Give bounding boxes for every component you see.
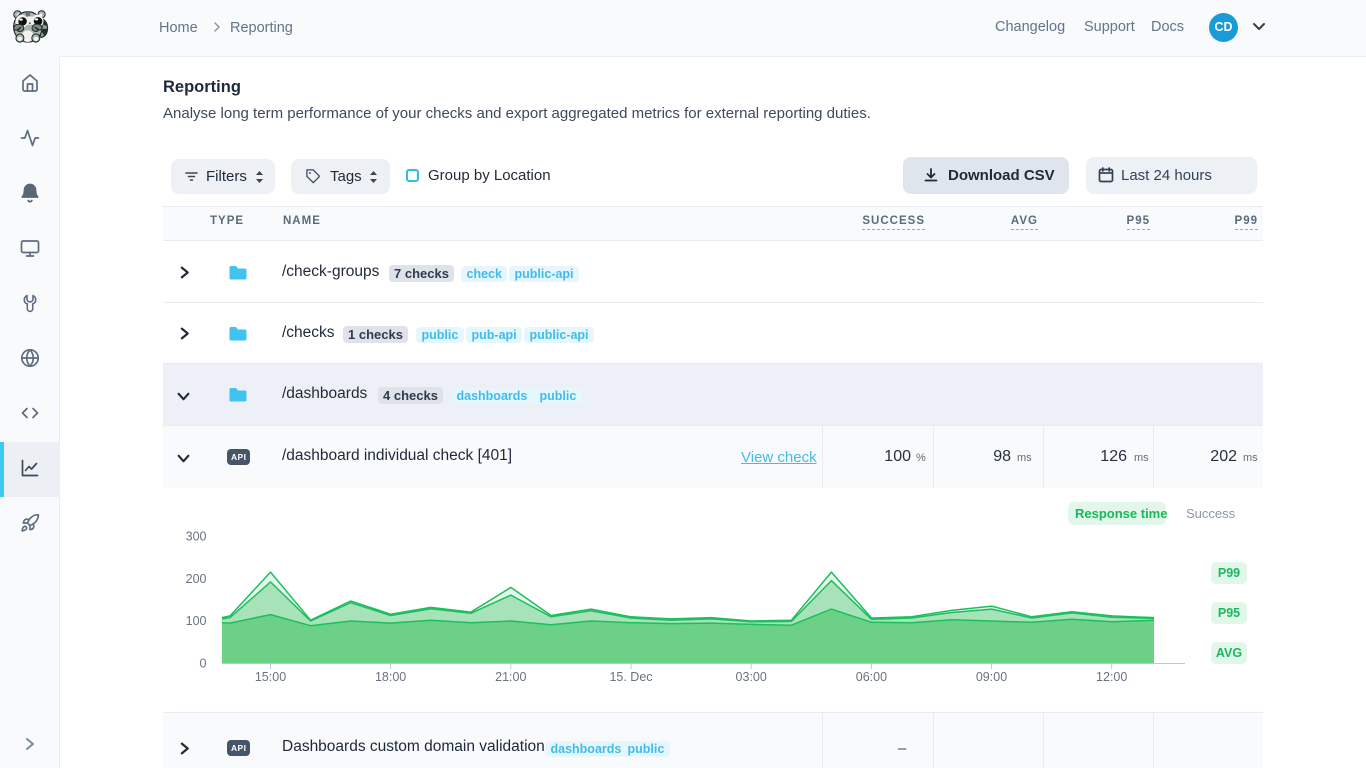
svg-text:06:00: 06:00 <box>856 670 887 684</box>
svg-text:12:00: 12:00 <box>1096 670 1127 684</box>
svg-text:21:00: 21:00 <box>495 670 526 684</box>
svg-text:18:00: 18:00 <box>375 670 406 684</box>
svg-text:0: 0 <box>200 657 207 671</box>
svg-text:300: 300 <box>186 530 207 544</box>
svg-text:09:00: 09:00 <box>976 670 1007 684</box>
svg-text:15. Dec: 15. Dec <box>609 670 652 684</box>
svg-text:100: 100 <box>186 614 207 628</box>
svg-text:15:00: 15:00 <box>255 670 286 684</box>
svg-text:03:00: 03:00 <box>736 670 767 684</box>
svg-text:200: 200 <box>186 572 207 586</box>
